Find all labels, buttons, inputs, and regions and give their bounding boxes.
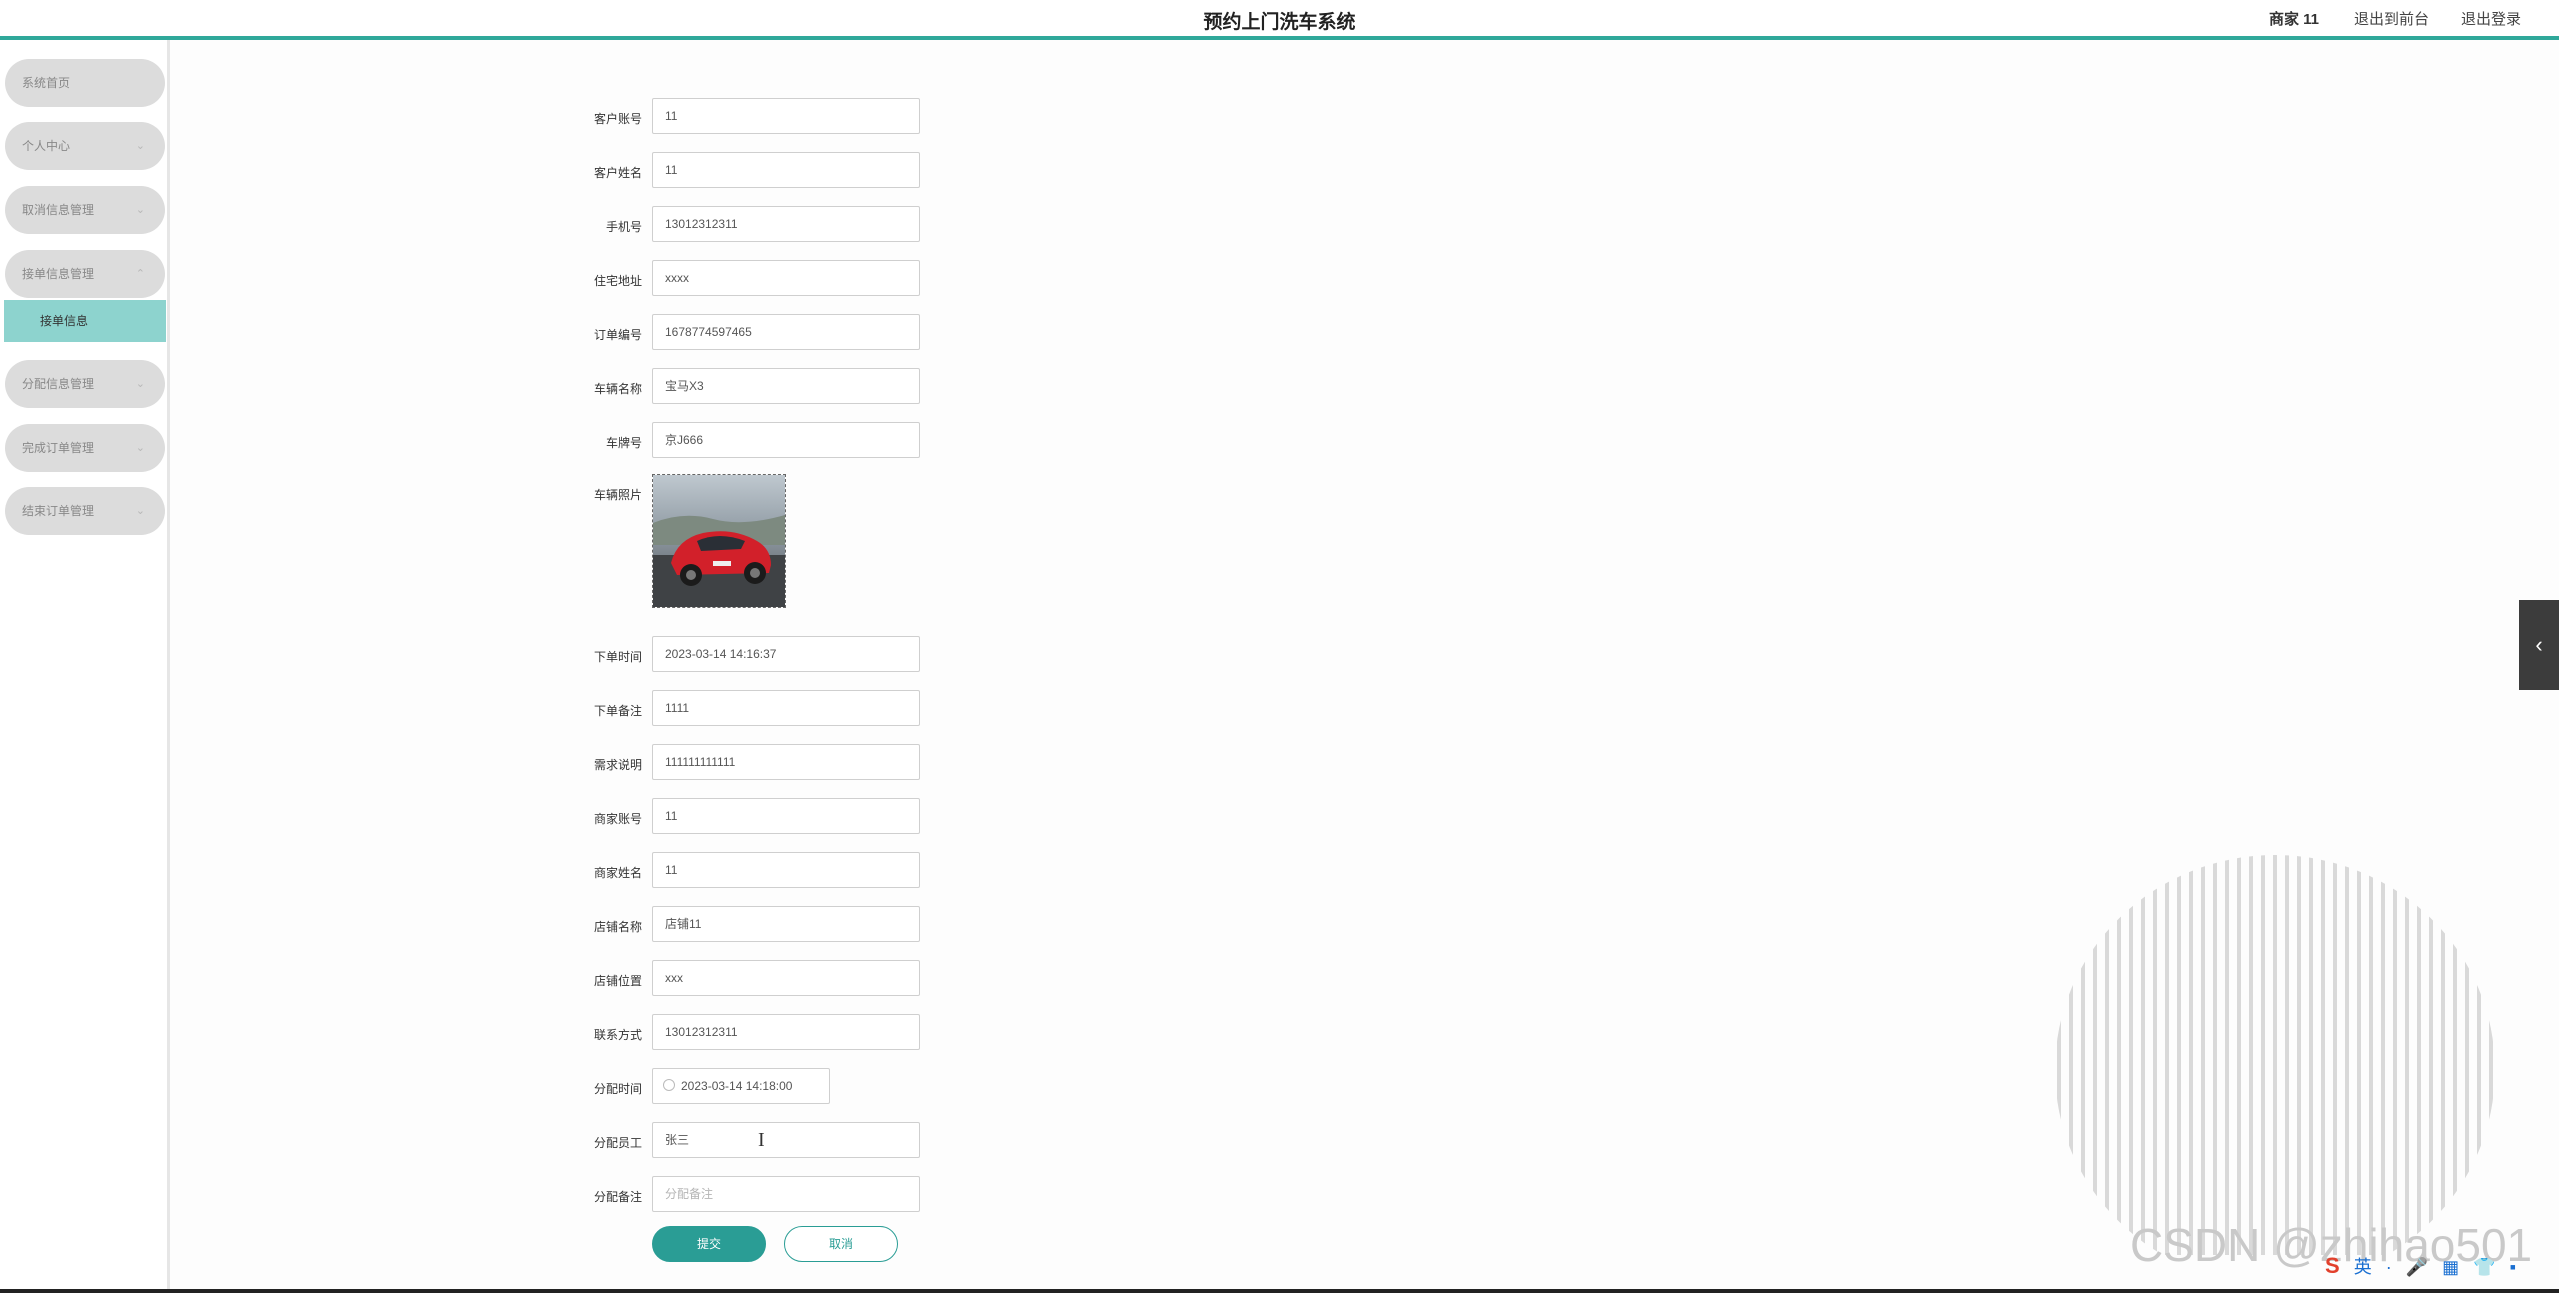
field-label: 住宅地址 [593, 274, 642, 288]
assign-note-input[interactable]: 分配备注 [652, 1176, 920, 1212]
cancel-button[interactable]: 取消 [784, 1226, 898, 1262]
toolbox-icon[interactable]: ▪ [2510, 1257, 2516, 1277]
sidebar-item-label: 系统首页 [22, 76, 71, 90]
order-note-field[interactable]: 1111 [652, 690, 920, 726]
field-label: 店铺位置 [593, 974, 642, 988]
field-label: 车辆照片 [593, 488, 642, 502]
assign-time-value: 2023-03-14 14:18:00 [681, 1079, 793, 1093]
field-label: 分配时间 [593, 1082, 642, 1096]
sidebar-item-label: 个人中心 [22, 139, 71, 153]
plate-number-field[interactable]: 京J666 [652, 422, 920, 458]
customer-account-field[interactable]: 11 [652, 98, 920, 134]
ime-language-toggle[interactable]: 英 [2354, 1257, 2372, 1277]
punctuation-icon[interactable]: · [2386, 1257, 2392, 1277]
requirement-field[interactable]: 111111111111 [652, 744, 920, 780]
exit-to-front-link[interactable]: 退出到前台 [2354, 8, 2429, 29]
shop-location-field[interactable]: xxx [652, 960, 920, 996]
field-label: 订单编号 [593, 328, 642, 342]
chevron-left-icon: ‹ [2535, 632, 2543, 657]
assign-time-picker[interactable]: 2023-03-14 14:18:00 [652, 1068, 830, 1104]
clock-icon [663, 1079, 675, 1091]
red-sports-car-image [653, 475, 785, 607]
contact-field[interactable]: 13012312311 [652, 1014, 920, 1050]
field-label: 商家姓名 [593, 866, 642, 880]
field-label: 手机号 [605, 220, 642, 234]
customer-name-field[interactable]: 11 [652, 152, 920, 188]
order-time-field[interactable]: 2023-03-14 14:16:37 [652, 636, 920, 672]
field-label: 车辆名称 [593, 382, 642, 396]
sidebar-item-label: 结束订单管理 [22, 504, 95, 518]
field-label: 下单时间 [593, 650, 642, 664]
field-label: 联系方式 [593, 1028, 642, 1042]
merchant-name-field[interactable]: 11 [652, 852, 920, 888]
chevron-down-icon: ⌄ [135, 140, 145, 152]
logout-link[interactable]: 退出登录 [2461, 8, 2521, 29]
sidebar-item-home[interactable]: 系统首页 [5, 59, 165, 107]
phone-field[interactable]: 13012312311 [652, 206, 920, 242]
field-label: 商家账号 [593, 812, 642, 826]
collapse-panel-button[interactable]: ‹ [2519, 600, 2559, 690]
address-field[interactable]: xxxx [652, 260, 920, 296]
shop-name-field[interactable]: 店铺11 [652, 906, 920, 942]
field-label: 需求说明 [593, 758, 642, 772]
top-header: 预约上门洗车系统 商家 11 退出到前台 退出登录 [0, 0, 2559, 40]
sidebar-item-personal-center[interactable]: 个人中心 ⌄ [5, 122, 165, 170]
decorative-striped-circle [2055, 855, 2495, 1255]
sidebar-item-label: 取消信息管理 [22, 203, 95, 217]
sogou-logo-icon[interactable]: S [2325, 1253, 2340, 1278]
merchant-account-field[interactable]: 11 [652, 798, 920, 834]
vehicle-photo [652, 474, 786, 608]
field-label: 车牌号 [605, 436, 642, 450]
bottom-border [0, 1289, 2559, 1293]
order-number-field[interactable]: 1678774597465 [652, 314, 920, 350]
keyboard-icon[interactable]: ▦ [2442, 1257, 2459, 1277]
skin-icon[interactable]: 👕 [2473, 1257, 2495, 1277]
field-label: 店铺名称 [593, 920, 642, 934]
vehicle-name-field[interactable]: 宝马X3 [652, 368, 920, 404]
assign-staff-input[interactable]: 张三 [652, 1122, 920, 1158]
field-label: 客户姓名 [593, 166, 642, 180]
text-cursor-icon: I [758, 1129, 765, 1151]
field-label: 下单备注 [593, 704, 642, 718]
ime-toolbar: S 英 · 🎤 ▦ 👕 ▪ [2325, 1253, 2559, 1289]
field-label: 分配员工 [593, 1136, 642, 1150]
microphone-icon[interactable]: 🎤 [2406, 1257, 2428, 1277]
submit-button[interactable]: 提交 [652, 1226, 766, 1262]
field-label: 客户账号 [593, 112, 642, 126]
field-label: 分配备注 [593, 1190, 642, 1204]
merchant-name: 商家 11 [2269, 11, 2320, 28]
app-title: 预约上门洗车系统 [1203, 12, 1356, 33]
